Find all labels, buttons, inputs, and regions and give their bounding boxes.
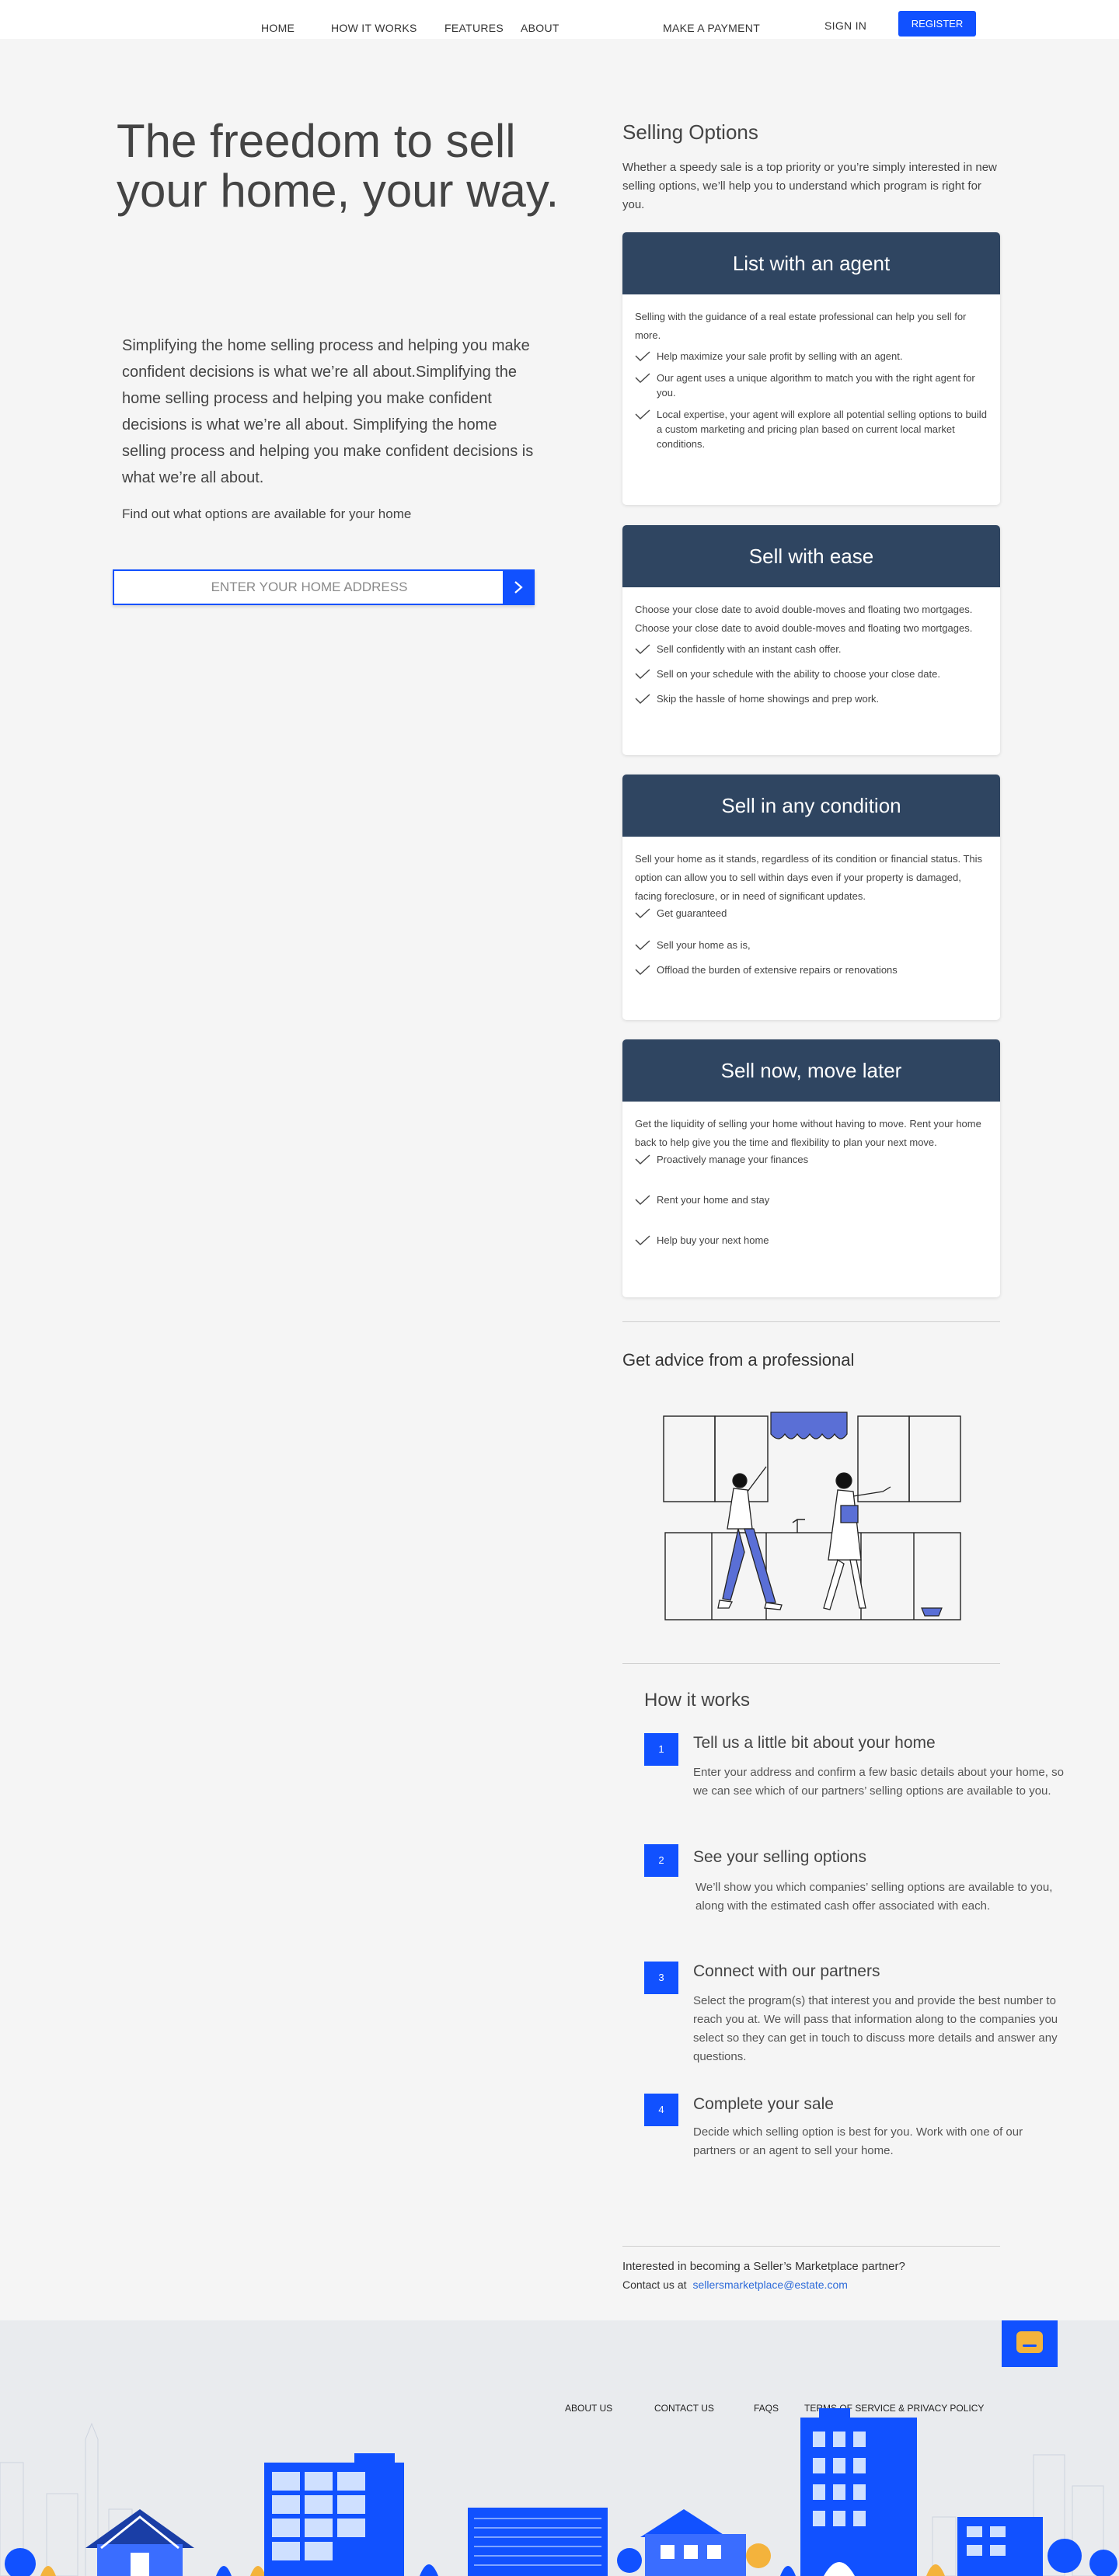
checkmark-icon xyxy=(635,1195,650,1205)
list-item-label: Rent your home and stay xyxy=(657,1194,770,1206)
card-description: Sell your home as it stands, regardless … xyxy=(635,853,983,902)
partner-question: Interested in becoming a Seller’s Market… xyxy=(622,2260,905,2273)
list-item-label: Proactively manage your finances xyxy=(657,1154,809,1165)
list-item: Sell confidently with an instant cash of… xyxy=(635,642,988,656)
checkmark-icon xyxy=(635,409,650,419)
partner-email-link[interactable]: sellersmarketplace@estate.com xyxy=(693,2278,848,2291)
step-number: 2 xyxy=(644,1844,678,1877)
hero-title: The freedom to sell your home, your way. xyxy=(117,115,560,217)
city-skyline-illustration xyxy=(0,2408,1117,2576)
nav-how-it-works-link[interactable]: HOW IT WORKS xyxy=(331,22,417,34)
address-submit-button[interactable] xyxy=(503,571,533,604)
option-card-list-with-agent: List with an agent Selling with the guid… xyxy=(622,232,1000,505)
checkmark-icon xyxy=(635,1235,650,1245)
list-item-label: Get guaranteed xyxy=(657,907,727,919)
checkmark-icon xyxy=(635,373,650,383)
list-item: Help buy your next home xyxy=(635,1233,988,1248)
list-item: Our agent uses a unique algorithm to mat… xyxy=(635,371,988,400)
chat-bubble-icon xyxy=(1016,2331,1043,2353)
nav-home-link[interactable]: HOME xyxy=(261,22,295,34)
nav-about-link[interactable]: ABOUT xyxy=(521,22,560,34)
step-title: Tell us a little bit about your home xyxy=(693,1734,936,1752)
step-description: Decide which selling option is best for … xyxy=(693,2125,1023,2157)
list-item: Proactively manage your finances xyxy=(635,1152,988,1167)
list-item: Rent your home and stay xyxy=(635,1192,988,1207)
step-title: See your selling options xyxy=(693,1848,866,1866)
nav-features-link[interactable]: FEATURES xyxy=(444,22,504,34)
list-item-label: Offload the burden of extensive repairs … xyxy=(657,964,898,976)
list-item: Get guaranteed xyxy=(635,906,988,921)
step-title: Complete your sale xyxy=(693,2095,834,2113)
advice-title: Get advice from a professional xyxy=(622,1350,855,1370)
checkmark-icon xyxy=(635,940,650,950)
hero-description: Simplifying the home selling process and… xyxy=(122,337,534,486)
divider xyxy=(622,1321,1000,1322)
chat-button[interactable] xyxy=(1002,2320,1058,2367)
list-item: Sell your home as is, xyxy=(635,938,988,952)
card-description: Choose your close date to avoid double-m… xyxy=(635,604,973,634)
home-address-input[interactable] xyxy=(114,571,504,604)
sign-in-link[interactable]: SIGN IN xyxy=(824,19,866,32)
list-item-label: Our agent uses a unique algorithm to mat… xyxy=(657,372,975,399)
checkmark-icon xyxy=(635,1154,650,1164)
checkmark-icon xyxy=(635,669,650,679)
step-number: 4 xyxy=(644,2094,678,2126)
step-description: Select the program(s) that interest you … xyxy=(693,1994,1058,2063)
list-item-label: Help maximize your sale profit by sellin… xyxy=(657,350,903,362)
card-title: Sell in any condition xyxy=(622,775,1000,837)
hero-find-options-text: Find out what options are available for … xyxy=(122,506,412,521)
list-item: Skip the hassle of home showings and pre… xyxy=(635,691,988,706)
checkmark-icon xyxy=(635,644,650,654)
how-it-works-title: How it works xyxy=(644,1690,751,1711)
divider xyxy=(622,2246,1000,2247)
selling-options-title: Selling Options xyxy=(622,120,758,144)
nav-make-payment-link[interactable]: MAKE A PAYMENT xyxy=(663,22,760,34)
card-title: List with an agent xyxy=(622,232,1000,294)
card-description: Selling with the guidance of a real esta… xyxy=(635,311,967,341)
card-description: Get the liquidity of selling your home w… xyxy=(635,1118,981,1148)
step-description: We’ll show you which companies’ selling … xyxy=(695,1881,1053,1913)
step-title: Connect with our partners xyxy=(693,1962,880,1980)
list-item-label: Sell on your schedule with the ability t… xyxy=(657,668,940,680)
list-item-label: Local expertise, your agent will explore… xyxy=(657,409,987,450)
list-item: Local expertise, your agent will explore… xyxy=(635,407,988,451)
list-item-label: Help buy your next home xyxy=(657,1234,769,1246)
list-item: Help maximize your sale profit by sellin… xyxy=(635,349,988,364)
partner-contact: Contact us at sellersmarketplace@estate.c… xyxy=(622,2278,848,2291)
step-number: 1 xyxy=(644,1733,678,1766)
option-card-sell-now-move-later: Sell now, move later Get the liquidity o… xyxy=(622,1039,1000,1297)
checkmark-icon xyxy=(635,351,650,361)
list-item-label: Sell your home as is, xyxy=(657,939,751,951)
list-item-label: Sell confidently with an instant cash of… xyxy=(657,643,842,655)
selling-options-intro: Whether a speedy sale is a top priority … xyxy=(622,161,997,211)
contact-label: Contact us at xyxy=(622,2278,687,2291)
option-card-sell-any-condition: Sell in any condition Sell your home as … xyxy=(622,775,1000,1020)
option-card-sell-with-ease: Sell with ease Choose your close date to… xyxy=(622,525,1000,755)
card-title: Sell now, move later xyxy=(622,1039,1000,1102)
divider xyxy=(622,1663,1000,1664)
list-item: Offload the burden of extensive repairs … xyxy=(635,963,988,977)
checkmark-icon xyxy=(635,694,650,704)
card-title: Sell with ease xyxy=(622,525,1000,587)
kitchen-illustration xyxy=(663,1412,961,1620)
checkmark-icon xyxy=(635,908,650,918)
list-item-label: Skip the hassle of home showings and pre… xyxy=(657,693,880,705)
step-number: 3 xyxy=(644,1962,678,1994)
step-description: Enter your address and confirm a few bas… xyxy=(693,1766,1064,1798)
top-nav: HOME HOW IT WORKS FEATURES ABOUT MAKE A … xyxy=(0,0,1119,39)
chevron-right-icon xyxy=(514,581,523,594)
address-search-box xyxy=(113,569,535,605)
register-button[interactable]: REGISTER xyxy=(898,11,976,37)
checkmark-icon xyxy=(635,965,650,975)
list-item: Sell on your schedule with the ability t… xyxy=(635,667,988,681)
